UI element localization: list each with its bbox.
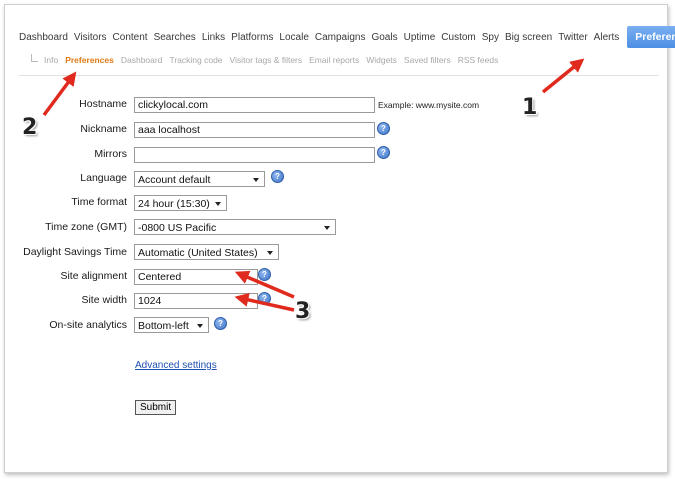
arrow-to-preferences-tab (541, 58, 585, 94)
annotation-number-1: 1 (522, 95, 538, 120)
annotation-arrows (42, 58, 585, 312)
arrow-to-preferences-subnav (42, 71, 77, 117)
arrow-to-site-alignment (234, 270, 295, 299)
annotation-number-2: 2 (22, 115, 38, 140)
arrow-to-site-width (234, 292, 295, 312)
annotation-number-3: 3 (295, 299, 311, 324)
